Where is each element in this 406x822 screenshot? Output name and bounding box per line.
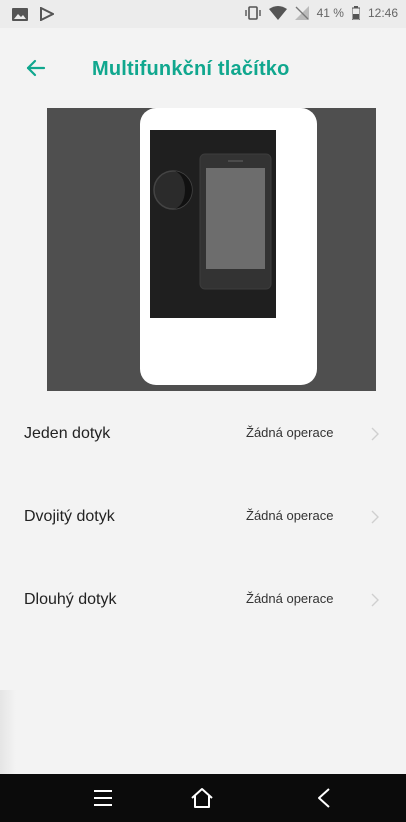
status-bar: 41 % 12:46 (0, 0, 406, 28)
chevron-right-icon (368, 593, 382, 607)
setting-value: Žádná operace (246, 591, 334, 606)
image-icon (12, 7, 28, 21)
navigation-bar (0, 774, 406, 822)
setting-value: Žádná operace (246, 425, 334, 440)
status-right: 41 % 12:46 (244, 6, 398, 20)
setting-row-long-press[interactable]: Dlouhý dotyk Žádná operace (0, 557, 406, 640)
chevron-right-icon (368, 427, 382, 441)
setting-label: Dlouhý dotyk (24, 591, 117, 608)
screen: 41 % 12:46 Multifunkční tlačítko Jeden d… (0, 0, 406, 822)
no-signal-icon (294, 6, 309, 20)
setting-label: Jeden dotyk (24, 425, 111, 442)
wifi-icon (268, 6, 287, 20)
play-store-icon (40, 7, 54, 21)
page-title: Multifunkční tlačítko (92, 58, 290, 80)
inner-phone-screen-shape (206, 168, 265, 269)
setting-label: Dvojitý dotyk (24, 508, 115, 525)
setting-row-single-tap[interactable]: Jeden dotyk Žádná operace (0, 391, 406, 474)
back-icon[interactable] (310, 786, 338, 810)
status-time: 12:46 (367, 6, 398, 20)
phone-illustration (47, 108, 376, 391)
app-bar: Multifunkční tlačítko (0, 28, 406, 108)
setting-value: Žádná operace (246, 508, 334, 523)
menu-icon[interactable] (89, 786, 117, 810)
battery-icon (351, 6, 360, 20)
setting-row-double-tap[interactable]: Dvojitý dotyk Žádná operace (0, 474, 406, 557)
home-icon[interactable] (188, 786, 216, 810)
vibrate-icon (244, 6, 261, 20)
status-left (12, 7, 54, 21)
arrow-left-icon[interactable] (24, 56, 48, 80)
edge-shadow (0, 690, 16, 774)
battery-percent: 41 % (316, 6, 344, 20)
chevron-right-icon (368, 510, 382, 524)
settings-list: Jeden dotyk Žádná operace Dvojitý dotyk … (0, 391, 406, 640)
